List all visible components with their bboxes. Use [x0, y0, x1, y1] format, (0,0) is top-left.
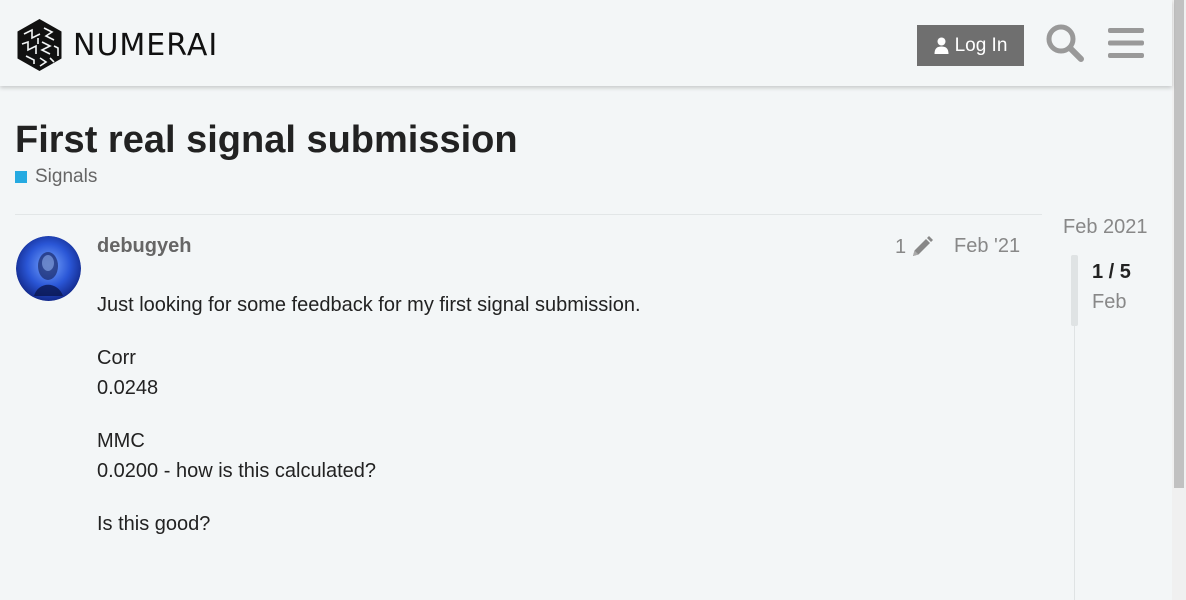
- post-text: Is this good?: [97, 513, 211, 535]
- user-icon: [934, 37, 949, 54]
- post-text: Just looking for some feedback for my fi…: [97, 294, 641, 316]
- post-text: Corr: [97, 347, 136, 369]
- post-paragraph: Is this good?: [97, 509, 1027, 539]
- category-link[interactable]: Signals: [15, 166, 97, 188]
- numerai-cube-logo-icon: [17, 19, 62, 71]
- search-icon[interactable]: [1045, 23, 1085, 63]
- post-date[interactable]: Feb '21: [954, 235, 1020, 258]
- category-label: Signals: [35, 166, 98, 187]
- site-logo[interactable]: NUMERAI: [16, 18, 218, 72]
- edit-history-button[interactable]: 1: [895, 235, 934, 259]
- scrollbar-thumb[interactable]: [1174, 0, 1184, 488]
- post-text: 0.0248: [97, 377, 159, 399]
- avatar[interactable]: [16, 236, 81, 301]
- post-paragraph: Just looking for some feedback for my fi…: [97, 290, 1027, 320]
- timeline-position: 1 / 5: [1092, 261, 1131, 283]
- topic-title[interactable]: First real signal submission: [15, 119, 518, 162]
- edit-count: 1: [895, 235, 907, 258]
- post-text: 0.0200 - how is this calculated?: [97, 460, 377, 482]
- timeline-current-date: Feb: [1092, 291, 1127, 313]
- pencil-icon: [913, 236, 934, 256]
- logo-text: NUMERAI: [73, 27, 219, 63]
- post-paragraph: Corr 0.0248: [97, 343, 1027, 403]
- topic-divider: [15, 214, 1042, 215]
- category-color-badge: [15, 171, 27, 183]
- login-label: Log In: [954, 34, 1008, 56]
- timeline-start-date[interactable]: Feb 2021: [1063, 216, 1148, 239]
- site-header: NUMERAI Log In: [0, 0, 1172, 86]
- timeline-track[interactable]: [1074, 326, 1075, 600]
- post-username[interactable]: debugyeh: [97, 235, 191, 258]
- timeline-scroller-handle[interactable]: [1071, 255, 1078, 326]
- page-scrollbar[interactable]: [1172, 0, 1186, 600]
- login-button[interactable]: Log In: [917, 25, 1024, 66]
- post-paragraph: MMC 0.0200 - how is this calculated?: [97, 426, 1027, 486]
- hamburger-menu-icon[interactable]: [1108, 27, 1144, 59]
- post-body: Just looking for some feedback for my fi…: [97, 290, 1027, 562]
- post-text: MMC: [97, 430, 145, 452]
